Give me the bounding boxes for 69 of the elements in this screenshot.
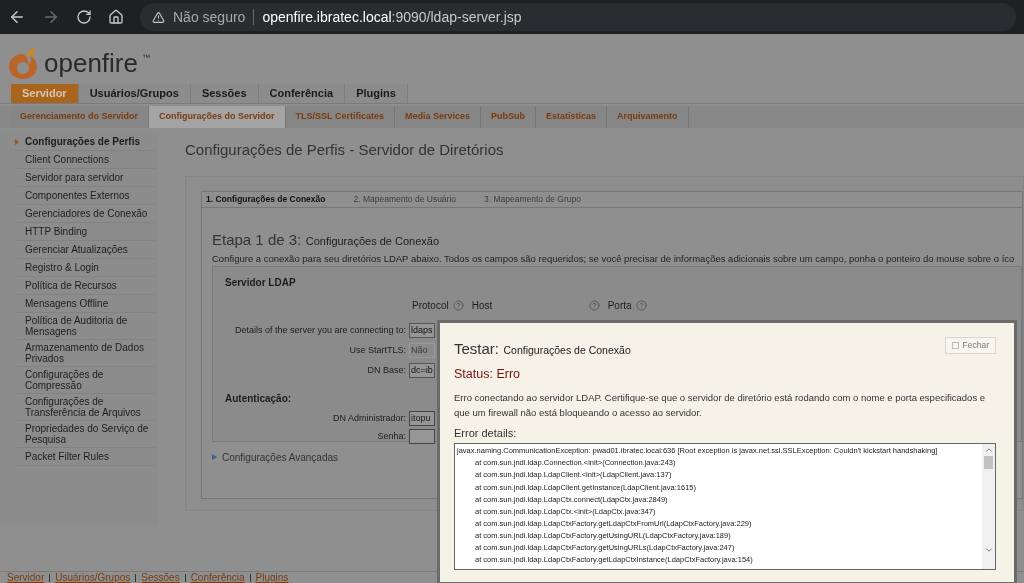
section-title: Autenticação:: [225, 391, 292, 406]
help-icon[interactable]: [452, 299, 464, 311]
error-message: Erro conectando ao servidor LDAP. Certifique-se que o servidor de diretório está rodando com o nome e porta especificados e que um firewall não está bloqueando o acesso ao servidor.: [454, 390, 987, 420]
address-bar[interactable]: Não seguro openfire.ibratec.local:9090/ldap-server.jsp: [140, 3, 1016, 31]
logo-text: openfire: [44, 46, 138, 80]
home-icon[interactable]: [108, 9, 124, 25]
column-header: Protocol: [412, 298, 449, 313]
sidebar-item[interactable]: Gerenciadores de Conexão: [15, 205, 155, 223]
sidebar-item[interactable]: Componentes Externos: [15, 187, 155, 205]
footer-link[interactable]: Sessões: [141, 570, 180, 583]
field-label: Senha:: [376, 430, 407, 443]
step-description: Configure a conexão para seu diretórios LDAP abaixo. Todos os campos são requeridos; se você precisar de informações adicionais sobre um campo, ponha o ponteiro do mouse sobre o íco: [212, 251, 1016, 266]
sidebar-item[interactable]: Armazenamento de Dados Privados: [15, 340, 155, 367]
sidebar-item[interactable]: Registro & Login: [15, 259, 155, 277]
column-header: Host: [471, 298, 494, 313]
status-text: Status: Erro: [454, 366, 521, 383]
main-tab[interactable]: Servidor: [11, 84, 79, 103]
back-icon[interactable]: [8, 8, 26, 26]
section-title: Servidor LDAP: [225, 275, 296, 290]
footer-link[interactable]: Plugins: [255, 570, 289, 583]
footer-link[interactable]: Conferência: [190, 570, 245, 583]
column-header: Porta: [607, 298, 632, 313]
field-label: Use StartTLS:: [348, 344, 407, 357]
step-heading: Etapa 1 de 3: Configurações de Conexão: [212, 229, 440, 250]
sidebar-item[interactable]: Servidor para servidor: [15, 169, 155, 187]
error-details-box[interactable]: [454, 443, 996, 571]
sidebar-item[interactable]: HTTP Binding: [15, 223, 155, 241]
scrollbar[interactable]: [982, 444, 995, 570]
page-title: Configurações de Perfis - Servidor de Diretórios: [185, 140, 505, 160]
close-icon: [951, 342, 959, 349]
input-field[interactable]: dc=ib: [409, 363, 435, 379]
forward-icon[interactable]: [42, 8, 60, 26]
help-icon[interactable]: [588, 299, 600, 311]
details-label: Error details:: [454, 425, 518, 441]
sidebar-item[interactable]: Configurações de Perfis: [15, 133, 155, 151]
wizard-step: 2. Mapeamento de Usuário: [353, 192, 457, 206]
sidebar-item[interactable]: Política de Recursos: [15, 277, 155, 295]
input-field[interactable]: ldaps: [409, 323, 435, 339]
wizard-step: 3. Mapeamento de Grupo: [484, 192, 581, 206]
dialog-title: Testar: Configurações de Conexão: [454, 339, 631, 359]
field-label: DN Base:: [366, 364, 407, 377]
field-label: Details of the server you are connecting to:: [233, 324, 407, 337]
warning-icon: [152, 10, 165, 24]
selected-arrow-icon: [15, 139, 19, 145]
security-label: Não seguro: [173, 7, 246, 27]
sidebar-item[interactable]: Mensagens Offline: [15, 295, 155, 313]
sidebar-item[interactable]: Política de Auditoria de Mensagens: [15, 313, 155, 340]
wizard-step: 1. Configurações de Conexão: [206, 192, 326, 206]
sidebar-item[interactable]: Configurações de Transferência de Arquivos: [15, 394, 155, 421]
scroll-thumb[interactable]: [984, 456, 993, 470]
expand-arrow-icon: [212, 454, 217, 461]
input-field[interactable]: [409, 429, 435, 445]
input-field[interactable]: itopu: [409, 411, 435, 427]
reload-icon[interactable]: [76, 9, 92, 25]
help-icon[interactable]: [635, 299, 647, 311]
sidebar-item[interactable]: Propriedades do Serviço de Pesquisa: [15, 421, 155, 448]
advanced-settings-toggle[interactable]: Configurações Avançadas: [212, 449, 338, 465]
close-button[interactable]: Fechar: [944, 337, 996, 354]
footer-link[interactable]: Servidor: [7, 570, 45, 583]
flame-logo-icon: [6, 46, 40, 80]
field-label: DN Administrador:: [331, 412, 407, 425]
url-text: openfire.ibratec.local:9090/ldap-server.jsp: [262, 7, 522, 27]
footer-link[interactable]: Usuários/Grupos: [55, 570, 131, 583]
trademark-mark: ™: [141, 52, 150, 64]
sidebar-item[interactable]: Packet Filter Rules: [15, 448, 155, 466]
sub-tab[interactable]: Configurações do Servidor: [149, 106, 286, 128]
sidebar-item[interactable]: Client Connections: [15, 151, 155, 169]
sidebar-item[interactable]: Configurações de Compressão: [15, 367, 155, 394]
sidebar-item[interactable]: Gerenciar Atualizações: [15, 241, 155, 259]
